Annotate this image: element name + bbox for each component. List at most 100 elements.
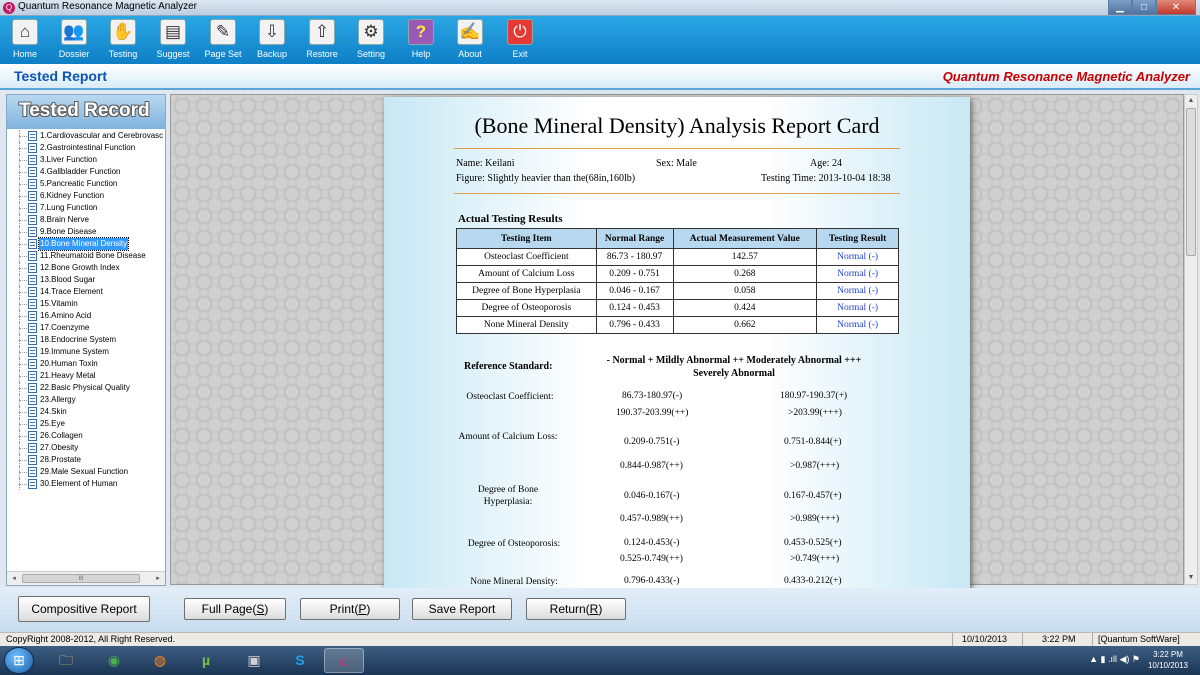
close-icon[interactable]: ✕ bbox=[1156, 0, 1196, 15]
tree-item[interactable]: 2.Gastrointestinal Function bbox=[7, 142, 165, 154]
scroll-right-icon[interactable]: ▸ bbox=[152, 573, 164, 584]
tree-item[interactable]: 24.Skin bbox=[7, 406, 165, 418]
reference-mild: 0.453-0.525(+) bbox=[784, 538, 842, 548]
start-button[interactable]: ⊞ bbox=[4, 647, 34, 674]
tree-item[interactable]: 12.Bone Growth Index bbox=[7, 262, 165, 274]
measurement-value: 0.268 bbox=[672, 265, 818, 283]
tree-item-label: 23.Allergy bbox=[40, 395, 76, 404]
document-icon bbox=[28, 167, 37, 177]
reference-normal: 0.046-0.167(-) bbox=[624, 491, 680, 501]
print-button[interactable]: Print(P) bbox=[300, 598, 400, 620]
tree-item[interactable]: 11.Rheumatoid Bone Disease bbox=[7, 250, 165, 262]
column-header: Actual Measurement Value bbox=[672, 228, 818, 249]
tree-item-label: 28.Prostate bbox=[40, 455, 81, 464]
system-tray[interactable]: ▲ ▮ .ıll ◀) ⚑ bbox=[1089, 654, 1140, 665]
tree-item[interactable]: 1.Cardiovascular and Cerebrovasc bbox=[7, 130, 165, 142]
window-controls: ▁ □ ✕ bbox=[1108, 0, 1196, 15]
tree-item[interactable]: 4.Gallbladder Function bbox=[7, 166, 165, 178]
scroll-down-icon[interactable]: ▼ bbox=[1185, 572, 1197, 584]
vertical-scrollbar[interactable]: ▲ ▼ bbox=[1184, 94, 1198, 585]
tree-item[interactable]: 8.Brain Nerve bbox=[7, 214, 165, 226]
table-row: Amount of Calcium Loss 0.209 - 0.751 0.2… bbox=[456, 265, 899, 283]
save-report-button[interactable]: Save Report bbox=[412, 598, 512, 620]
toolbar-label: Dossier bbox=[58, 49, 90, 59]
toolbar-backup-button[interactable]: ⇩ Backup bbox=[247, 19, 297, 63]
toolbar-help-button[interactable]: ? Help bbox=[396, 19, 446, 63]
minimize-icon[interactable]: ▁ bbox=[1108, 0, 1132, 15]
scroll-thumb[interactable]: III bbox=[22, 574, 140, 583]
toolbar-page-set-button[interactable]: ✎ Page Set bbox=[198, 19, 248, 63]
scroll-left-icon[interactable]: ◂ bbox=[8, 573, 20, 584]
folder-icon[interactable]: 🗀 bbox=[46, 648, 86, 673]
tree-item[interactable]: 29.Male Sexual Function bbox=[7, 466, 165, 478]
tree-item[interactable]: 3.Liver Function bbox=[7, 154, 165, 166]
table-header-row: Testing Item Normal Range Actual Measure… bbox=[456, 228, 899, 249]
tree-item[interactable]: 6.Kidney Function bbox=[7, 190, 165, 202]
measurement-value: 142.57 bbox=[672, 248, 818, 266]
tree-item[interactable]: 17.Coenzyme bbox=[7, 322, 165, 334]
scroll-up-icon[interactable]: ▲ bbox=[1185, 95, 1197, 107]
tree-item-label: 27.Obesity bbox=[40, 443, 79, 452]
column-header: Normal Range bbox=[595, 228, 674, 249]
toolbar-exit-button[interactable]: ⏻ Exit bbox=[495, 19, 545, 63]
utorrent-icon[interactable]: µ bbox=[186, 648, 226, 673]
tree-item[interactable]: 18.Endocrine System bbox=[7, 334, 165, 346]
scroll-thumb[interactable] bbox=[1186, 108, 1196, 256]
tree-item[interactable]: 15.Vitamin bbox=[7, 298, 165, 310]
tree-item[interactable]: 28.Prostate bbox=[7, 454, 165, 466]
tree-item[interactable]: 25.Eye bbox=[7, 418, 165, 430]
tree-item[interactable]: 16.Amino Acid bbox=[7, 310, 165, 322]
toolbar-dossier-button[interactable]: 👥 Dossier bbox=[49, 19, 99, 63]
tree-item[interactable]: 30.Element of Human bbox=[7, 478, 165, 490]
tree-item-label: 5.Pancreatic Function bbox=[40, 179, 118, 188]
table-row: Osteoclast Coefficient 86.73 - 180.97 14… bbox=[456, 248, 899, 266]
toolbar-label: Home bbox=[12, 49, 37, 59]
status-separator bbox=[1022, 633, 1023, 646]
tree-item-label: 2.Gastrointestinal Function bbox=[40, 143, 136, 152]
tree-item[interactable]: 14.Trace Element bbox=[7, 286, 165, 298]
toolbar-label: Suggest bbox=[156, 49, 190, 59]
analyzer-app-icon[interactable]: ☺ bbox=[324, 648, 364, 673]
skype-icon[interactable]: S bbox=[280, 648, 320, 673]
record-tree[interactable]: 1.Cardiovascular and Cerebrovasc 2.Gastro… bbox=[7, 130, 165, 570]
measurement-value: 0.424 bbox=[672, 299, 818, 317]
toolbar-suggest-button[interactable]: ▤ Suggest bbox=[148, 19, 198, 63]
toolbar-setting-button[interactable]: ⚙ Setting bbox=[346, 19, 396, 63]
tree-item[interactable]: 27.Obesity bbox=[7, 442, 165, 454]
tree-item[interactable]: 19.Immune System bbox=[7, 346, 165, 358]
tree-item[interactable]: 21.Heavy Metal bbox=[7, 370, 165, 382]
compositive-report-button[interactable]: Compositive Report bbox=[18, 596, 150, 622]
taskbar-clock[interactable]: 3:22 PM 10/10/2013 bbox=[1148, 649, 1188, 671]
reference-mild: 0.433-0.212(+) bbox=[784, 576, 842, 586]
toolbar-about-button[interactable]: ✍ About bbox=[445, 19, 495, 63]
toolbar-home-button[interactable]: ⌂ Home bbox=[0, 19, 50, 63]
tree-item[interactable]: 20.Human Toxin bbox=[7, 358, 165, 370]
toolbar-label: Testing bbox=[108, 49, 138, 59]
chrome-icon[interactable]: ◉ bbox=[94, 648, 134, 673]
legend-line: - Normal + Mildly Abnormal ++ Moderately… bbox=[606, 355, 862, 366]
full-page-button[interactable]: Full Page(S) bbox=[184, 598, 286, 620]
toolbar-testing-button[interactable]: ✋ Testing bbox=[98, 19, 148, 63]
gears-icon: ⚙ bbox=[358, 19, 384, 45]
tree-item[interactable]: 5.Pancreatic Function bbox=[7, 178, 165, 190]
window-title-bar[interactable]: Q Quantum Resonance Magnetic Analyzer ▁ … bbox=[0, 0, 1200, 16]
tree-item[interactable]: 26.Collagen bbox=[7, 430, 165, 442]
toolbar-restore-button[interactable]: ⇧ Restore bbox=[297, 19, 347, 63]
document-icon bbox=[28, 335, 37, 345]
column-header: Testing Result bbox=[816, 228, 899, 249]
return-button[interactable]: Return(R) bbox=[526, 598, 626, 620]
terminal-icon[interactable]: ▣ bbox=[234, 648, 274, 673]
brand-title: Quantum Resonance Magnetic Analyzer bbox=[942, 69, 1190, 84]
tree-item[interactable]: 13.Blood Sugar bbox=[7, 274, 165, 286]
maximize-icon[interactable]: □ bbox=[1132, 0, 1156, 15]
tree-item[interactable]: 23.Allergy bbox=[7, 394, 165, 406]
clock-date: 10/10/2013 bbox=[1147, 661, 1188, 670]
horizontal-scrollbar[interactable]: ◂ III ▸ bbox=[7, 571, 165, 585]
tree-item-label: 15.Vitamin bbox=[40, 299, 78, 308]
tree-item[interactable]: 10.Bone Mineral Density bbox=[7, 237, 165, 251]
tree-item[interactable]: 7.Lung Function bbox=[7, 202, 165, 214]
legend-line: Severely Abnormal bbox=[693, 368, 775, 379]
firefox-icon[interactable]: ◍ bbox=[140, 648, 180, 673]
tree-item[interactable]: 9.Bone Disease bbox=[7, 226, 165, 238]
tree-item[interactable]: 22.Basic Physical Quality bbox=[7, 382, 165, 394]
